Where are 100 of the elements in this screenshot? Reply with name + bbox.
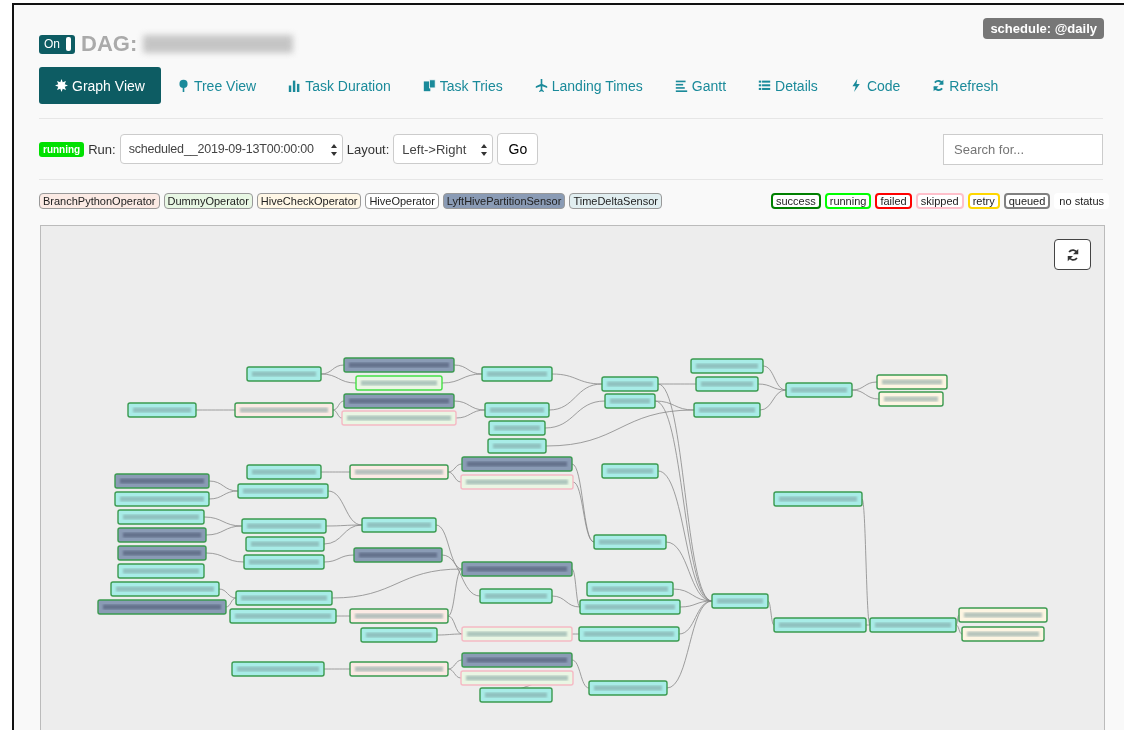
task-node[interactable] — [601, 376, 659, 392]
task-node[interactable] — [461, 626, 573, 642]
edge-line — [195, 409, 236, 411]
operator-legend-tag: DummyOperator — [163, 193, 253, 209]
task-node[interactable] — [114, 491, 210, 507]
task-node[interactable] — [773, 617, 867, 633]
view-tab[interactable]: Landing Times — [518, 67, 659, 104]
task-node[interactable] — [349, 464, 449, 480]
task-node[interactable] — [361, 517, 437, 533]
task-node[interactable] — [958, 607, 1048, 623]
task-node[interactable] — [241, 518, 327, 534]
task-node[interactable] — [785, 382, 853, 398]
task-node[interactable] — [246, 464, 322, 480]
task-node[interactable] — [246, 366, 322, 382]
view-tab[interactable]: Gantt — [658, 67, 743, 104]
operator-legend-tag: LyftHivePartitionSensor — [442, 193, 566, 209]
task-node[interactable] — [234, 402, 334, 418]
edge-line — [447, 463, 463, 473]
task-node[interactable] — [869, 617, 957, 633]
task-node[interactable] — [878, 391, 944, 407]
edge-line — [447, 471, 462, 483]
task-node[interactable] — [588, 680, 668, 696]
refresh-icon — [932, 79, 946, 92]
task-node[interactable] — [579, 599, 681, 615]
run-select[interactable]: scheduled__2019-09-13T00:00:00 — [119, 134, 343, 164]
task-node[interactable] — [114, 473, 210, 489]
bar-chart-icon — [288, 79, 302, 92]
align-left-icon — [674, 79, 688, 92]
task-node[interactable] — [127, 402, 197, 418]
task-node[interactable] — [876, 374, 948, 390]
view-tab[interactable]: Tree View — [160, 67, 273, 104]
updown-caret-icon — [481, 144, 488, 156]
edge-line — [453, 400, 486, 411]
task-node[interactable] — [604, 393, 656, 409]
layout-label: Layout: — [346, 141, 390, 157]
edge-line — [571, 633, 580, 635]
task-node[interactable] — [355, 375, 443, 391]
task-node[interactable] — [487, 438, 547, 454]
task-node[interactable] — [690, 358, 764, 374]
go-button[interactable]: Go — [497, 133, 539, 165]
task-node[interactable] — [460, 474, 574, 490]
edge-line — [571, 659, 590, 689]
edge-line — [851, 389, 880, 400]
task-node[interactable] — [695, 376, 759, 392]
operator-legend-tag: HiveOperator — [365, 193, 439, 209]
edge-line — [208, 480, 239, 492]
operator-legend-tag: TimeDeltaSensor — [569, 193, 662, 209]
task-node[interactable] — [711, 593, 769, 609]
task-node[interactable] — [586, 581, 674, 597]
task-node[interactable] — [110, 581, 220, 597]
task-node[interactable] — [117, 509, 205, 525]
view-tab[interactable]: Code — [833, 67, 917, 104]
task-node[interactable] — [484, 402, 550, 418]
task-node[interactable] — [773, 491, 863, 507]
layout-select[interactable]: Left->Right — [393, 134, 494, 164]
task-node[interactable] — [343, 393, 455, 409]
edge-line — [455, 409, 486, 419]
documents-icon — [422, 79, 436, 92]
task-node[interactable] — [349, 608, 449, 624]
edge-line — [332, 400, 345, 411]
view-tab[interactable]: Refresh — [916, 67, 1015, 104]
task-node[interactable] — [461, 652, 573, 668]
task-node[interactable] — [593, 534, 667, 550]
task-node[interactable] — [117, 563, 205, 579]
on-toggle[interactable]: On — [39, 34, 75, 54]
edge-line — [320, 471, 351, 473]
task-node[interactable] — [237, 483, 329, 499]
edge-line — [447, 659, 463, 670]
task-node[interactable] — [97, 599, 227, 615]
task-node[interactable] — [243, 554, 325, 570]
task-node[interactable] — [360, 627, 438, 643]
task-node[interactable] — [488, 420, 546, 436]
view-tab[interactable]: Task Tries — [406, 67, 519, 104]
task-node[interactable] — [245, 536, 325, 552]
operator-legend-tag: BranchPythonOperator — [39, 193, 160, 209]
view-tab[interactable]: Task Duration — [272, 67, 407, 104]
task-node[interactable] — [693, 402, 761, 418]
view-tab[interactable]: Graph View — [39, 67, 161, 104]
task-node[interactable] — [229, 608, 337, 624]
task-node[interactable] — [349, 661, 449, 677]
task-node[interactable] — [353, 547, 443, 563]
task-node[interactable] — [235, 590, 333, 606]
task-node[interactable] — [461, 561, 573, 577]
task-node[interactable] — [461, 456, 573, 472]
task-node[interactable] — [117, 527, 207, 543]
task-node[interactable] — [341, 410, 457, 426]
task-node[interactable] — [961, 626, 1045, 642]
task-node[interactable] — [601, 463, 659, 479]
view-tab[interactable]: Details — [742, 67, 834, 104]
task-node[interactable] — [343, 357, 455, 373]
task-node[interactable] — [481, 366, 553, 382]
task-node[interactable] — [479, 588, 553, 604]
run-status-badge: running — [39, 141, 85, 157]
task-node[interactable] — [231, 661, 325, 677]
task-node[interactable] — [117, 545, 207, 561]
task-node[interactable] — [578, 626, 680, 642]
task-node[interactable] — [479, 687, 553, 703]
search-field[interactable]: Search for... — [943, 133, 1103, 165]
refresh-graph-button[interactable] — [1054, 239, 1091, 270]
task-node[interactable] — [460, 670, 574, 686]
